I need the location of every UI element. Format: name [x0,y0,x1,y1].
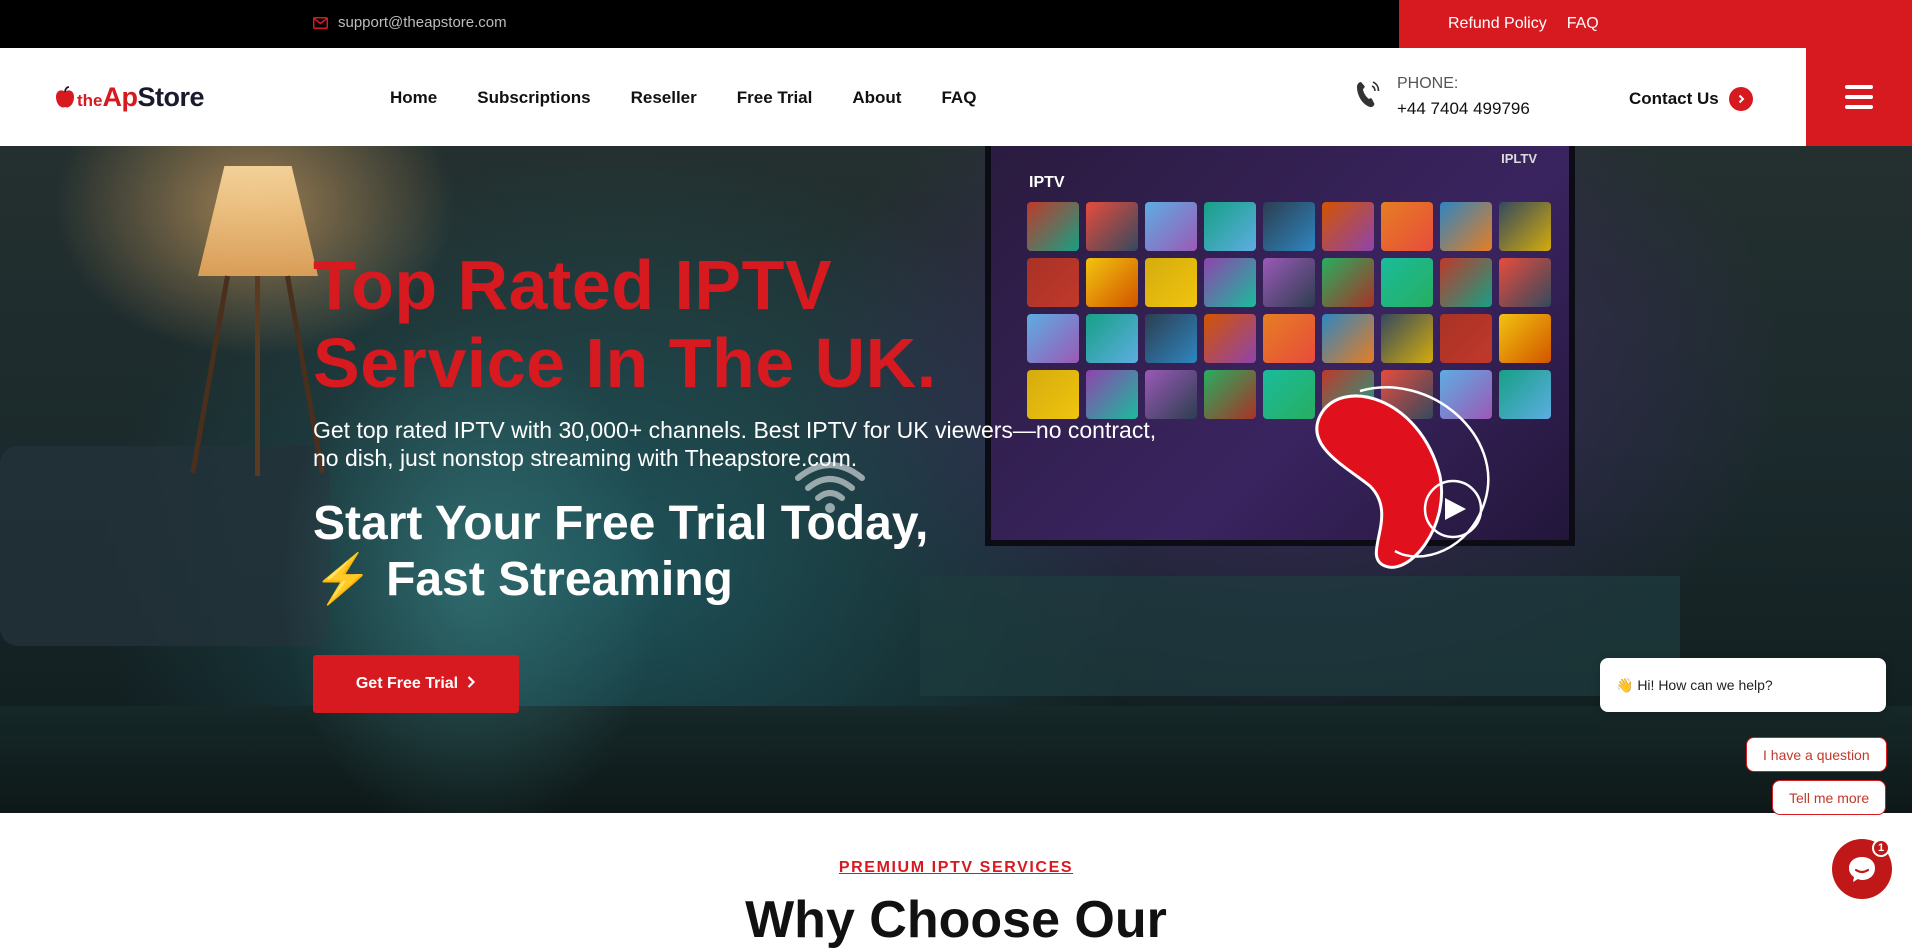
hero-lamp-leg [190,275,230,474]
tv-channel-tile [1381,258,1433,307]
tv-channel-tile [1322,202,1374,251]
get-free-trial-label: Get Free Trial [355,675,459,692]
top-faq-link[interactable]: FAQ [1567,15,1599,33]
nav-subscriptions[interactable]: Subscriptions [477,88,590,108]
tv-channel-tile [1381,314,1433,363]
envelope-icon [313,16,328,29]
logo-ap: Ap [102,82,139,112]
nav-about[interactable]: About [852,88,901,108]
chat-unread-badge: 1 [1872,839,1890,857]
support-email-text: support@theapstore.com [338,14,507,31]
tv-channel-tile [1263,258,1315,307]
hero-title: Top Rated IPTV Service In The UK. [313,246,937,402]
chat-option-question[interactable]: I have a question [1746,737,1887,772]
tv-channel-tile [1322,314,1374,363]
phone-label: PHONE: [1397,75,1459,92]
nav-free-trial[interactable]: Free Trial [737,88,813,108]
tv-channel-tile [1499,314,1551,363]
tv-channel-tile [1086,314,1138,363]
logo[interactable]: the Ap Store [54,82,205,113]
tv-channel-tile [1204,202,1256,251]
phone-block: PHONE: +44 7404 499796 [1355,75,1530,119]
logo-prefix: the [77,91,103,110]
phone-icon [1355,79,1381,119]
tv-channel-tile [1440,314,1492,363]
hero-cta-line-2: ⚡ Fast Streaming [313,553,733,606]
chat-greeting-text: 👋 Hi! How can we help? [1616,676,1773,693]
section-title: Why Choose Our [745,891,1167,949]
tv-channel-tile [1322,258,1374,307]
hero-banner: IPTV IPLTV Top Rated IPTV Service In The… [0,146,1912,813]
tv-channel-tile [1027,314,1079,363]
contact-us-link[interactable]: Contact Us [1629,87,1753,111]
hero-tv-stand [920,576,1680,696]
get-free-trial-button[interactable]: Get Free Trial [313,655,519,713]
contact-us-label: Contact Us [1629,89,1719,108]
tv-channel-tile [1204,314,1256,363]
hero-subtitle: Get top rated IPTV with 30,000+ channels… [313,417,1157,471]
tv-channel-tile [1204,370,1256,419]
tv-channel-tile [1381,202,1433,251]
tv-channel-tile [1440,202,1492,251]
phone-number[interactable]: +44 7404 499796 [1397,99,1530,119]
nav-faq[interactable]: FAQ [941,88,976,108]
tv-channel-tile [1145,370,1197,419]
section-eyebrow: PREMIUM IPTV SERVICES [838,859,1074,876]
tv-channel-tile [1440,258,1492,307]
top-bar: support@theapstore.com Refund Policy FAQ [0,0,1912,48]
hero-lamp-leg [255,276,260,476]
tv-channel-tile [1086,370,1138,419]
tv-channel-tile [1263,202,1315,251]
chat-greeting[interactable]: 👋 Hi! How can we help? [1600,658,1886,712]
tv-channel-tile [1263,314,1315,363]
nav-home[interactable]: Home [390,88,437,108]
top-links: Refund Policy FAQ [1399,0,1912,48]
nav-reseller[interactable]: Reseller [631,88,697,108]
tv-channel-tile [1499,258,1551,307]
apple-icon [54,86,76,110]
tv-corner-label: IPLTV [1501,151,1537,166]
chevron-right-icon [466,675,476,694]
hero-cta-line-1: Start Your Free Trial Today, [313,497,929,550]
support-email[interactable]: support@theapstore.com [313,14,507,31]
hero-title-line-1: Top Rated IPTV [313,246,833,324]
tv-label: IPTV [1029,174,1065,191]
chevron-right-icon [1728,87,1753,111]
main-nav: Home Subscriptions Reseller Free Trial A… [390,88,976,108]
tv-channel-tile [1145,314,1197,363]
logo-store: Store [137,82,205,112]
chat-option-more[interactable]: Tell me more [1772,780,1887,815]
hero-lamp [198,166,318,276]
tv-channel-tile [1086,258,1138,307]
play-icon[interactable] [1300,376,1510,591]
tv-channel-tile [1204,258,1256,307]
tv-channel-tile [1086,202,1138,251]
tv-channel-tile [1027,370,1079,419]
main-header: the Ap Store Home Subscriptions Reseller… [0,48,1912,146]
refund-policy-link[interactable]: Refund Policy [1448,15,1547,33]
tv-channel-tile [1145,202,1197,251]
tv-channel-tile [1499,202,1551,251]
tv-channel-tile [1027,202,1079,251]
hero-title-line-2: Service In The UK. [313,324,937,402]
menu-icon[interactable] [1806,48,1912,146]
tv-channel-tile [1027,258,1079,307]
hero-cta-heading: Start Your Free Trial Today, ⚡ Fast Stre… [313,496,928,608]
tv-channel-tile [1145,258,1197,307]
